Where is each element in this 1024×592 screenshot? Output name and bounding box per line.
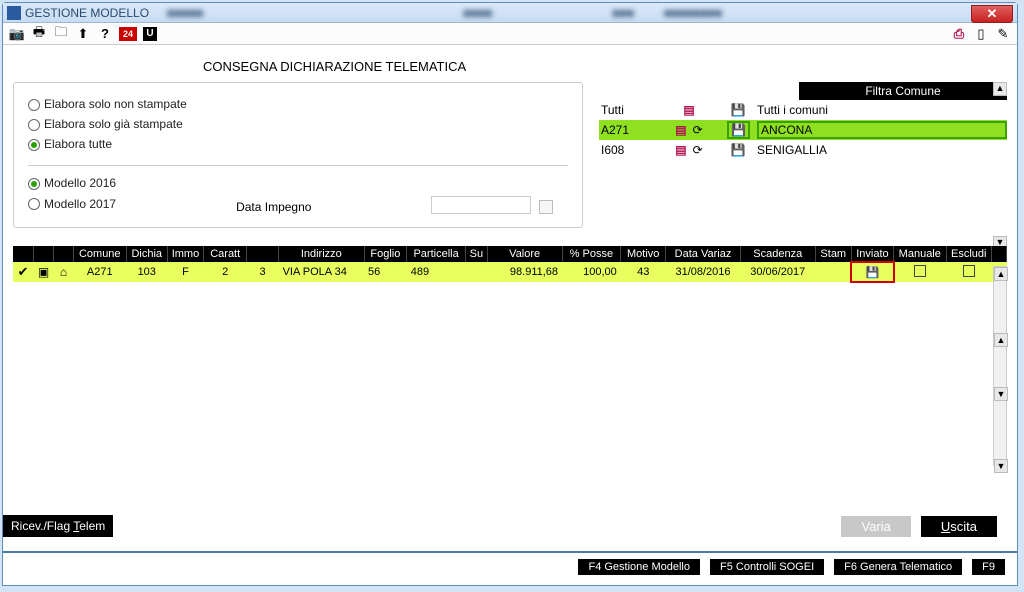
col-immo[interactable]: Immo [167, 246, 204, 262]
print-filter-group: Elabora solo non stampate Elabora solo g… [28, 97, 568, 151]
folder-icon[interactable]: 🗀 [53, 26, 69, 42]
filter-panel: Elabora solo non stampate Elabora solo g… [13, 82, 583, 228]
upload-icon[interactable]: ⬆ [75, 26, 91, 42]
col-scadenza[interactable]: Scadenza [740, 246, 815, 262]
col-motivo[interactable]: Motivo [621, 246, 666, 262]
app-icon [7, 6, 21, 20]
col-inviato[interactable]: Inviato [851, 246, 893, 262]
disk-icon[interactable]: 💾 [731, 143, 746, 157]
escludi-checkbox[interactable] [946, 262, 991, 282]
comune-row-tutti[interactable]: Tutti ▤ 💾 Tutti i comuni [599, 100, 1007, 120]
grid-scrollbar[interactable]: ▲ ▲ ▼ ▼ [993, 266, 1007, 466]
refresh-icon[interactable]: ⟳ [693, 123, 703, 137]
close-button[interactable]: ✕ [971, 5, 1013, 23]
col-valore[interactable]: Valore [487, 246, 562, 262]
camera-icon[interactable]: 📷 [9, 26, 25, 42]
filtra-comune-header: Filtra Comune [799, 82, 1007, 100]
col-foglio[interactable]: Foglio [364, 246, 407, 262]
icon-24[interactable]: 24 [119, 27, 137, 41]
f5-button[interactable]: F5 Controlli SOGEI [710, 559, 824, 575]
col-particella[interactable]: Particella [407, 246, 466, 262]
radio-2016[interactable]: Modello 2016 [28, 176, 568, 190]
calendar-icon[interactable] [539, 200, 553, 214]
comune-row-i608[interactable]: I608 ▤ ⟳ 💾 SENIGALLIA [599, 140, 1007, 160]
note-icon[interactable]: ▣ [38, 265, 49, 279]
scroll-up-btn[interactable]: ▲ [994, 267, 1008, 281]
data-grid: Comune Dichia Immo Caratt Indirizzo Fogl… [13, 246, 1007, 282]
disk-icon[interactable]: 💾 [727, 121, 750, 139]
function-keys: F4 Gestione Modello F5 Controlli SOGEI F… [578, 559, 1005, 575]
col-comune[interactable]: Comune [73, 246, 126, 262]
edit-icon[interactable]: ✎ [995, 26, 1011, 42]
toolbar: 📷 🖶 🗀 ⬆ ? 24 U ⎙ ▯ ✎ [3, 23, 1017, 45]
col-stamp[interactable]: Stam [815, 246, 851, 262]
varia-button[interactable]: Varia [841, 516, 910, 537]
print-icon[interactable]: 🖶 [31, 26, 47, 42]
comune-list: Tutti ▤ 💾 Tutti i comuni A271 ▤ ⟳ 💾 ANCO… [599, 100, 1007, 160]
app-window: GESTIONE MODELLO ■■■■■ ■■■■ ■■■ ■■■■■■■■… [2, 2, 1018, 586]
date-label: Data Impegno [236, 200, 311, 214]
home-icon[interactable]: ⌂ [60, 265, 67, 279]
manuale-checkbox[interactable] [894, 262, 947, 282]
pdf-icon[interactable]: ▤ [683, 103, 694, 117]
scroll-btn2[interactable]: ▼ [994, 387, 1008, 401]
grid-area: Comune Dichia Immo Caratt Indirizzo Fogl… [13, 246, 1007, 282]
scroll-btn[interactable]: ▲ [994, 333, 1008, 347]
inviato-cell[interactable]: 💾 [851, 262, 893, 282]
pdf-icon[interactable]: ⎙ [951, 26, 967, 42]
date-input[interactable] [431, 196, 531, 214]
radio-tutte[interactable]: Elabora tutte [28, 137, 568, 151]
col-posse[interactable]: % Posse [562, 246, 621, 262]
pdf-icon[interactable]: ▤ [675, 143, 686, 157]
f4-button[interactable]: F4 Gestione Modello [578, 559, 700, 575]
content-area: CONSEGNA DICHIARAZIONE TELEMATICA Elabor… [3, 45, 1017, 581]
help-icon[interactable]: ? [97, 26, 113, 42]
radio-2017[interactable]: Modello 2017 [28, 197, 116, 211]
f6-button[interactable]: F6 Genera Telematico [834, 559, 962, 575]
titlebar: GESTIONE MODELLO ■■■■■ ■■■■ ■■■ ■■■■■■■■… [3, 3, 1017, 23]
radio-gia-stampate[interactable]: Elabora solo già stampate [28, 117, 568, 131]
refresh-icon[interactable]: ⟳ [693, 143, 703, 157]
comune-row-a271[interactable]: A271 ▤ ⟳ 💾 ANCONA [599, 120, 1007, 140]
check-icon: ✔ [18, 264, 29, 279]
scroll-up[interactable]: ▲ [993, 82, 1007, 96]
uscita-button[interactable]: Uscita [921, 516, 997, 537]
col-su[interactable]: Su [465, 246, 487, 262]
col-dichia[interactable]: Dichia [126, 246, 167, 262]
col-datavar[interactable]: Data Variaz [666, 246, 741, 262]
pdf-icon[interactable]: ▤ [675, 123, 686, 137]
radio-non-stampate[interactable]: Elabora solo non stampate [28, 97, 568, 111]
window-title: GESTIONE MODELLO [25, 6, 149, 20]
model-year-group: Modello 2016 Modello 2017 Data Impegno [28, 176, 568, 217]
disk-icon[interactable]: 💾 [731, 103, 746, 117]
col-caratt[interactable]: Caratt [204, 246, 247, 262]
comune-panel: ▲ Filtra Comune Tutti ▤ 💾 Tutti i comuni… [599, 82, 1007, 160]
col-manuale[interactable]: Manuale [894, 246, 947, 262]
scroll-down-btn[interactable]: ▼ [994, 459, 1008, 473]
col-indirizzo[interactable]: Indirizzo [279, 246, 364, 262]
icon-u[interactable]: U [143, 27, 157, 41]
col-escludi[interactable]: Escludi [946, 246, 991, 262]
f9-button[interactable]: F9 [972, 559, 1005, 575]
table-row[interactable]: ✔ ▣ ⌂ A271 103 F 2 3 VIA POLA 34 56 489 … [13, 262, 1007, 282]
section-title: CONSEGNA DICHIARAZIONE TELEMATICA [13, 53, 1007, 82]
doc-icon[interactable]: ▯ [973, 26, 989, 42]
footer-status[interactable]: Ricev./Flag Telem [3, 515, 113, 537]
